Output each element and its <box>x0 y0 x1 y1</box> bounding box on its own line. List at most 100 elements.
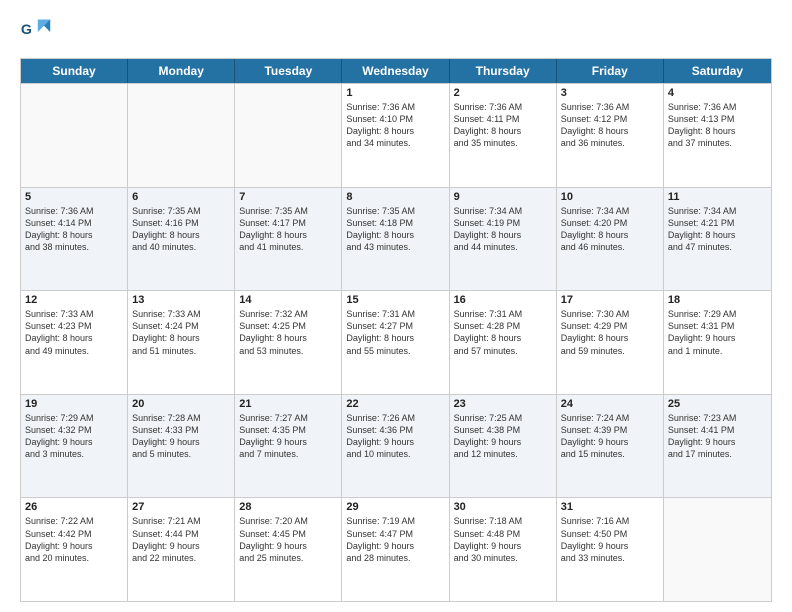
day-info: Sunrise: 7:22 AM Sunset: 4:42 PM Dayligh… <box>25 515 123 564</box>
day-number: 18 <box>668 294 767 306</box>
weekday-header-tuesday: Tuesday <box>235 59 342 83</box>
day-info: Sunrise: 7:29 AM Sunset: 4:32 PM Dayligh… <box>25 412 123 461</box>
day-number: 23 <box>454 398 552 410</box>
day-cell-16: 16Sunrise: 7:31 AM Sunset: 4:28 PM Dayli… <box>450 291 557 394</box>
day-info: Sunrise: 7:24 AM Sunset: 4:39 PM Dayligh… <box>561 412 659 461</box>
day-info: Sunrise: 7:21 AM Sunset: 4:44 PM Dayligh… <box>132 515 230 564</box>
day-number: 15 <box>346 294 444 306</box>
logo: G <box>20 16 56 48</box>
day-info: Sunrise: 7:26 AM Sunset: 4:36 PM Dayligh… <box>346 412 444 461</box>
calendar-row-2: 12 Sunrise: 7:33 AM Sunset: 4:23 PM Dayli… <box>21 290 771 394</box>
day-number: 21 <box>239 398 337 410</box>
day-cell-15: 15 Sunrise: 7:31 AM Sunset: 4:27 PM Dayli… <box>342 291 449 394</box>
day-cell-23: 23 Sunrise: 7:25 AM Sunset: 4:38 PM Dayli… <box>450 395 557 498</box>
calendar: SundayMondayTuesdayWednesdayThursdayFrid… <box>20 58 772 602</box>
day-cell-5: 5 Sunrise: 7:36 AM Sunset: 4:14 PM Daylig… <box>21 188 128 291</box>
day-info: Sunrise: 7:29 AM Sunset: 4:31 PM Dayligh… <box>668 308 767 357</box>
day-number: 14 <box>239 294 337 306</box>
empty-cell-0-0 <box>21 84 128 187</box>
weekday-header-saturday: Saturday <box>664 59 771 83</box>
day-cell-12: 12 Sunrise: 7:33 AM Sunset: 4:23 PM Dayli… <box>21 291 128 394</box>
day-number: 10 <box>561 191 659 203</box>
empty-cell-0-2 <box>235 84 342 187</box>
day-cell-3: 3Sunrise: 7:36 AM Sunset: 4:12 PM Daylig… <box>557 84 664 187</box>
day-number: 6 <box>132 191 230 203</box>
day-cell-8: 8Sunrise: 7:35 AM Sunset: 4:18 PM Daylig… <box>342 188 449 291</box>
day-cell-10: 10 Sunrise: 7:34 AM Sunset: 4:20 PM Dayli… <box>557 188 664 291</box>
day-info: Sunrise: 7:20 AM Sunset: 4:45 PM Dayligh… <box>239 515 337 564</box>
day-info: Sunrise: 7:36 AM Sunset: 4:13 PM Dayligh… <box>668 101 767 150</box>
day-number: 30 <box>454 501 552 513</box>
day-cell-22: 22Sunrise: 7:26 AM Sunset: 4:36 PM Dayli… <box>342 395 449 498</box>
day-info: Sunrise: 7:33 AM Sunset: 4:23 PM Dayligh… <box>25 308 123 357</box>
day-cell-21: 21 Sunrise: 7:27 AM Sunset: 4:35 PM Dayli… <box>235 395 342 498</box>
calendar-row-3: 19 Sunrise: 7:29 AM Sunset: 4:32 PM Dayli… <box>21 394 771 498</box>
day-info: Sunrise: 7:34 AM Sunset: 4:21 PM Dayligh… <box>668 205 767 254</box>
day-number: 31 <box>561 501 659 513</box>
day-info: Sunrise: 7:28 AM Sunset: 4:33 PM Dayligh… <box>132 412 230 461</box>
day-cell-29: 29 Sunrise: 7:19 AM Sunset: 4:47 PM Dayli… <box>342 498 449 601</box>
empty-cell-0-1 <box>128 84 235 187</box>
day-cell-24: 24 Sunrise: 7:24 AM Sunset: 4:39 PM Dayli… <box>557 395 664 498</box>
day-info: Sunrise: 7:25 AM Sunset: 4:38 PM Dayligh… <box>454 412 552 461</box>
day-cell-1: 1 Sunrise: 7:36 AM Sunset: 4:10 PM Daylig… <box>342 84 449 187</box>
day-number: 28 <box>239 501 337 513</box>
day-cell-2: 2Sunrise: 7:36 AM Sunset: 4:11 PM Daylig… <box>450 84 557 187</box>
day-number: 3 <box>561 87 659 99</box>
day-number: 17 <box>561 294 659 306</box>
day-info: Sunrise: 7:31 AM Sunset: 4:27 PM Dayligh… <box>346 308 444 357</box>
day-number: 27 <box>132 501 230 513</box>
day-number: 2 <box>454 87 552 99</box>
day-number: 4 <box>668 87 767 99</box>
day-cell-30: 30 Sunrise: 7:18 AM Sunset: 4:48 PM Dayli… <box>450 498 557 601</box>
day-number: 5 <box>25 191 123 203</box>
day-number: 25 <box>668 398 767 410</box>
calendar-row-4: 26 Sunrise: 7:22 AM Sunset: 4:42 PM Dayli… <box>21 497 771 601</box>
day-info: Sunrise: 7:19 AM Sunset: 4:47 PM Dayligh… <box>346 515 444 564</box>
calendar-body: 1 Sunrise: 7:36 AM Sunset: 4:10 PM Daylig… <box>21 83 771 601</box>
calendar-header: SundayMondayTuesdayWednesdayThursdayFrid… <box>21 59 771 83</box>
calendar-row-1: 5 Sunrise: 7:36 AM Sunset: 4:14 PM Daylig… <box>21 187 771 291</box>
calendar-row-0: 1 Sunrise: 7:36 AM Sunset: 4:10 PM Daylig… <box>21 83 771 187</box>
day-number: 12 <box>25 294 123 306</box>
day-info: Sunrise: 7:32 AM Sunset: 4:25 PM Dayligh… <box>239 308 337 357</box>
day-number: 26 <box>25 501 123 513</box>
day-number: 24 <box>561 398 659 410</box>
weekday-header-wednesday: Wednesday <box>342 59 449 83</box>
day-cell-7: 7Sunrise: 7:35 AM Sunset: 4:17 PM Daylig… <box>235 188 342 291</box>
day-info: Sunrise: 7:23 AM Sunset: 4:41 PM Dayligh… <box>668 412 767 461</box>
day-info: Sunrise: 7:35 AM Sunset: 4:17 PM Dayligh… <box>239 205 337 254</box>
day-cell-28: 28 Sunrise: 7:20 AM Sunset: 4:45 PM Dayli… <box>235 498 342 601</box>
day-cell-13: 13Sunrise: 7:33 AM Sunset: 4:24 PM Dayli… <box>128 291 235 394</box>
day-cell-20: 20 Sunrise: 7:28 AM Sunset: 4:33 PM Dayli… <box>128 395 235 498</box>
day-number: 29 <box>346 501 444 513</box>
day-number: 13 <box>132 294 230 306</box>
day-info: Sunrise: 7:34 AM Sunset: 4:19 PM Dayligh… <box>454 205 552 254</box>
day-number: 19 <box>25 398 123 410</box>
day-number: 1 <box>346 87 444 99</box>
day-info: Sunrise: 7:27 AM Sunset: 4:35 PM Dayligh… <box>239 412 337 461</box>
empty-cell-4-6 <box>664 498 771 601</box>
day-number: 8 <box>346 191 444 203</box>
day-info: Sunrise: 7:16 AM Sunset: 4:50 PM Dayligh… <box>561 515 659 564</box>
day-cell-6: 6Sunrise: 7:35 AM Sunset: 4:16 PM Daylig… <box>128 188 235 291</box>
day-cell-4: 4 Sunrise: 7:36 AM Sunset: 4:13 PM Daylig… <box>664 84 771 187</box>
day-info: Sunrise: 7:34 AM Sunset: 4:20 PM Dayligh… <box>561 205 659 254</box>
weekday-header-sunday: Sunday <box>21 59 128 83</box>
weekday-header-thursday: Thursday <box>450 59 557 83</box>
day-cell-31: 31 Sunrise: 7:16 AM Sunset: 4:50 PM Dayli… <box>557 498 664 601</box>
logo-icon: G <box>20 16 52 48</box>
day-cell-25: 25 Sunrise: 7:23 AM Sunset: 4:41 PM Dayli… <box>664 395 771 498</box>
day-number: 20 <box>132 398 230 410</box>
day-cell-11: 11Sunrise: 7:34 AM Sunset: 4:21 PM Dayli… <box>664 188 771 291</box>
day-cell-18: 18 Sunrise: 7:29 AM Sunset: 4:31 PM Dayli… <box>664 291 771 394</box>
day-info: Sunrise: 7:36 AM Sunset: 4:10 PM Dayligh… <box>346 101 444 150</box>
day-info: Sunrise: 7:36 AM Sunset: 4:14 PM Dayligh… <box>25 205 123 254</box>
header: G <box>20 16 772 48</box>
day-info: Sunrise: 7:18 AM Sunset: 4:48 PM Dayligh… <box>454 515 552 564</box>
day-info: Sunrise: 7:31 AM Sunset: 4:28 PM Dayligh… <box>454 308 552 357</box>
day-info: Sunrise: 7:30 AM Sunset: 4:29 PM Dayligh… <box>561 308 659 357</box>
day-cell-27: 27 Sunrise: 7:21 AM Sunset: 4:44 PM Dayli… <box>128 498 235 601</box>
day-number: 9 <box>454 191 552 203</box>
weekday-header-friday: Friday <box>557 59 664 83</box>
